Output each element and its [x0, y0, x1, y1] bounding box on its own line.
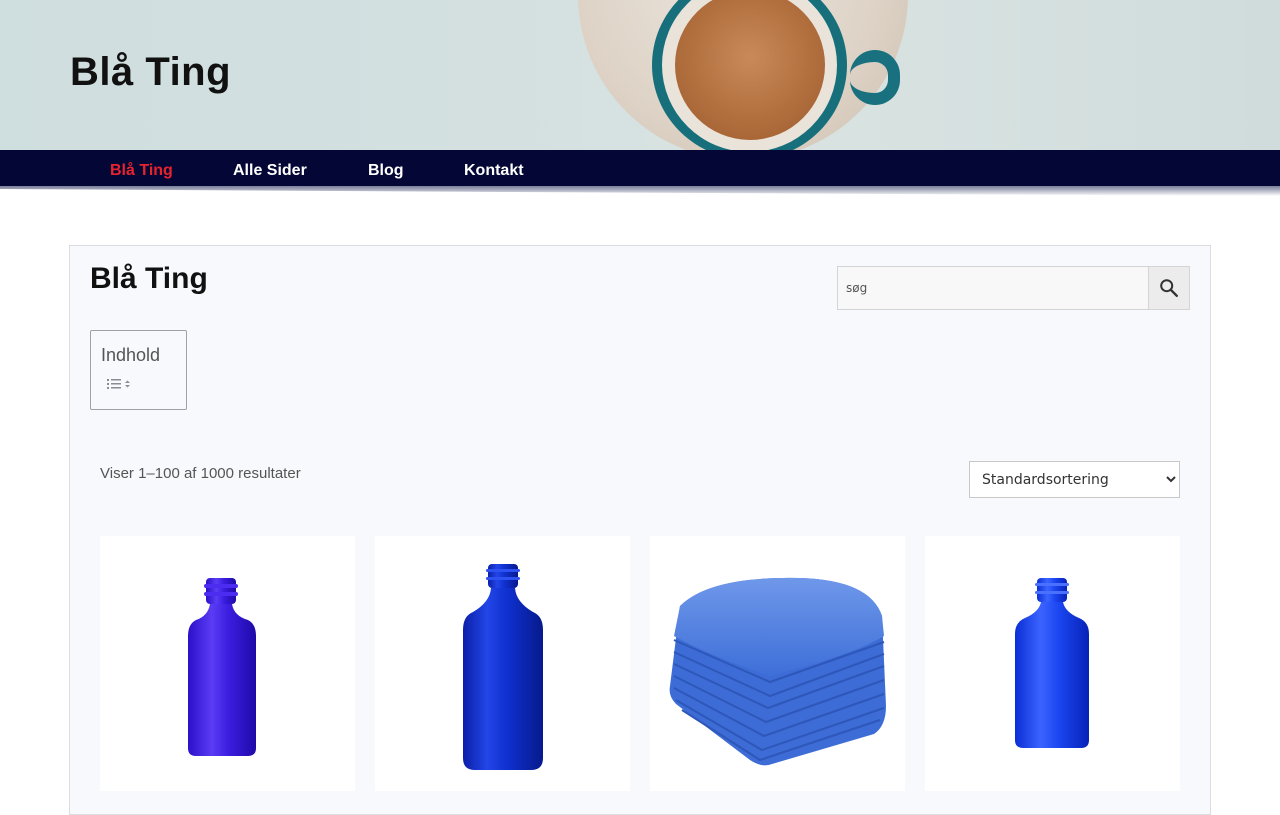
- nav-divider: [0, 186, 1280, 196]
- product-card[interactable]: [925, 536, 1180, 791]
- cup-handle-image: [850, 50, 900, 105]
- blue-dropper-bottle-image: [188, 578, 256, 756]
- product-card[interactable]: [375, 536, 630, 791]
- result-count: Viser 1–100 af 1000 resultater: [100, 465, 301, 482]
- blue-tall-bottle-image: [463, 564, 543, 770]
- nav-item-kontakt[interactable]: Kontakt: [464, 162, 524, 180]
- product-card[interactable]: [650, 536, 905, 791]
- toc-toggle-button[interactable]: [103, 375, 135, 393]
- nav-item-blog[interactable]: Blog: [368, 162, 404, 180]
- nav-item-alle-sider[interactable]: Alle Sider: [233, 162, 307, 180]
- table-of-contents: Indhold: [90, 330, 187, 410]
- blue-small-bottle-image: [1015, 578, 1089, 748]
- search-input[interactable]: [837, 266, 1149, 310]
- page-title: Blå Ting: [90, 262, 208, 295]
- blue-microfiber-towels-image: [669, 577, 886, 766]
- search-icon: [1160, 279, 1178, 297]
- sort-select[interactable]: Standardsortering: [969, 461, 1180, 498]
- main-navigation: [0, 150, 1280, 188]
- site-title[interactable]: Blå Ting: [70, 50, 231, 95]
- nav-item-bla-ting[interactable]: Blå Ting: [110, 162, 173, 180]
- toc-toggle-icon: [107, 379, 130, 389]
- product-card[interactable]: [100, 536, 355, 791]
- toc-title: Indhold: [101, 345, 161, 365]
- search-button[interactable]: [1148, 266, 1190, 310]
